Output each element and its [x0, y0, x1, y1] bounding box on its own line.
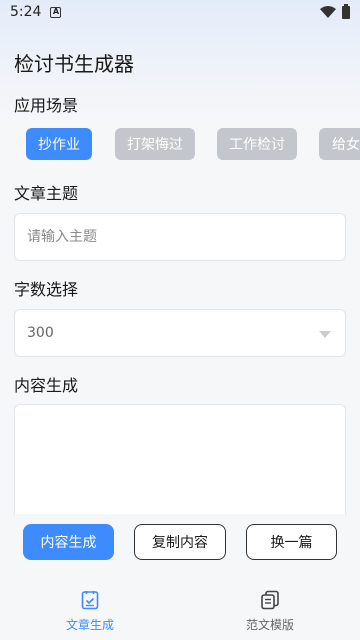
chip-girlfriend[interactable]: 给女友	[319, 128, 360, 160]
action-bar: 内容生成 复制内容 换一篇	[0, 514, 360, 570]
copy-document-icon	[261, 590, 279, 610]
tab-article-generate-label: 文章生成	[65, 618, 114, 632]
status-time: 5:24	[10, 4, 42, 20]
document-check-icon	[81, 591, 99, 610]
tab-article-generate[interactable]: 文章生成	[30, 590, 150, 633]
content-textarea[interactable]	[14, 404, 346, 516]
wifi-icon	[320, 6, 336, 18]
dropdown-arrow-icon	[319, 331, 331, 338]
copy-button[interactable]: 复制内容	[134, 524, 226, 560]
battery-icon	[342, 3, 350, 19]
chip-copy-homework[interactable]: 抄作业	[26, 128, 92, 160]
word-count-value: 300	[27, 325, 54, 341]
tab-sample-templates-label: 范文模版	[245, 618, 294, 632]
another-button[interactable]: 换一篇	[246, 524, 337, 560]
bottom-tab-bar: 文章生成 范文模版	[0, 580, 360, 640]
word-count-label: 字数选择	[14, 280, 79, 299]
chip-work-review[interactable]: 工作检讨	[217, 128, 297, 160]
topic-label: 文章主题	[14, 184, 79, 203]
topic-input[interactable]	[27, 229, 333, 245]
page-title: 检讨书生成器	[14, 52, 134, 76]
content-label: 内容生成	[14, 376, 79, 395]
status-bar: 5:24 A	[0, 0, 360, 24]
scene-label: 应用场景	[14, 96, 79, 115]
notification-a-icon: A	[50, 6, 62, 18]
tab-sample-templates[interactable]: 范文模版	[210, 590, 330, 633]
scene-chip-list: 抄作业 打架悔过 工作检讨 给女友	[0, 128, 360, 160]
chip-fight-repent[interactable]: 打架悔过	[115, 128, 195, 160]
word-count-select[interactable]: 300	[14, 309, 346, 357]
generate-button[interactable]: 内容生成	[23, 524, 114, 560]
topic-field[interactable]	[14, 213, 346, 261]
status-icons	[320, 3, 350, 19]
